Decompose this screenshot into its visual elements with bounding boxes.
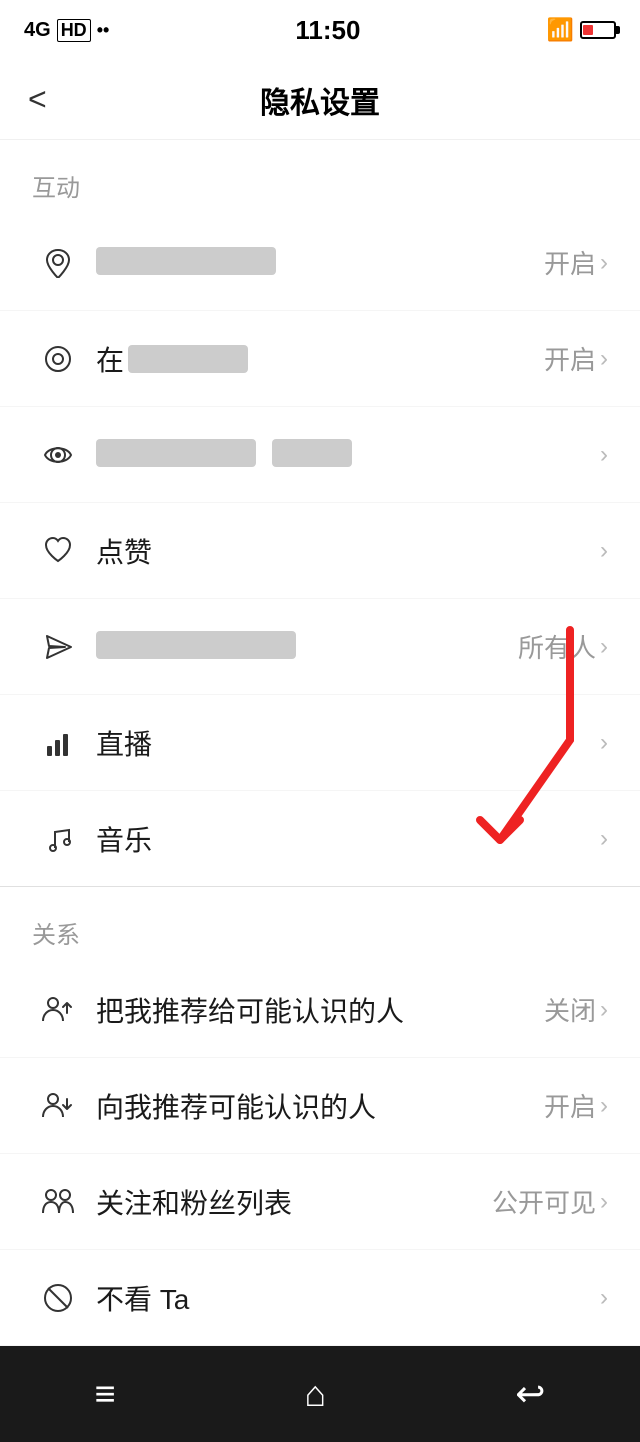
music-item-text: 音乐 bbox=[84, 819, 600, 859]
online-icon bbox=[32, 344, 84, 374]
blurred-text-2 bbox=[272, 439, 352, 467]
online-item-text: 在 bbox=[84, 339, 544, 379]
blurred-text bbox=[96, 247, 276, 275]
menu-item-location[interactable]: 开启 › bbox=[0, 215, 640, 311]
recommend-from-status: 开启 bbox=[544, 1087, 596, 1124]
view-item-right: › bbox=[600, 441, 608, 469]
fans-list-right: 公开可见 › bbox=[492, 1183, 608, 1220]
chevron-right-icon: › bbox=[600, 1092, 608, 1120]
live-item-text: 直播 bbox=[84, 723, 600, 763]
battery-icon bbox=[580, 21, 616, 39]
recommend-from-icon bbox=[32, 1089, 84, 1123]
content-area: 互动 开启 › 在 开启 › bbox=[0, 140, 640, 1346]
nav-bar: < 隐私设置 bbox=[0, 60, 640, 140]
menu-item-like[interactable]: 点赞 › bbox=[0, 503, 640, 599]
clock: 11:50 bbox=[295, 15, 360, 46]
recommend-to-status: 关闭 bbox=[544, 991, 596, 1028]
menu-item-recommend-to[interactable]: 把我推荐给可能认识的人 关闭 › bbox=[0, 962, 640, 1058]
chevron-right-icon: › bbox=[600, 1188, 608, 1216]
view-item-text bbox=[84, 439, 600, 471]
like-item-text: 点赞 bbox=[84, 531, 600, 571]
location-item-right: 开启 › bbox=[544, 244, 608, 281]
menu-item-recommend-from[interactable]: 向我推荐可能认识的人 开启 › bbox=[0, 1058, 640, 1154]
like-item-right: › bbox=[600, 537, 608, 565]
message-item-right: 所有人 › bbox=[518, 628, 608, 665]
chevron-right-icon: › bbox=[600, 537, 608, 565]
blurred-text bbox=[96, 631, 296, 659]
block-right: › bbox=[600, 1284, 608, 1312]
fans-list-icon bbox=[32, 1185, 84, 1219]
signal-text: 4G bbox=[24, 19, 51, 42]
fans-list-status: 公开可见 bbox=[492, 1183, 596, 1220]
menu-item-fans-list[interactable]: 关注和粉丝列表 公开可见 › bbox=[0, 1154, 640, 1250]
recommend-to-icon bbox=[32, 993, 84, 1027]
blurred-text bbox=[96, 439, 256, 467]
block-icon bbox=[32, 1281, 84, 1315]
chevron-right-icon: › bbox=[600, 633, 608, 661]
blurred-text bbox=[128, 345, 248, 373]
live-icon bbox=[32, 728, 84, 758]
online-item-right: 开启 › bbox=[544, 340, 608, 377]
section-label-interaction: 互动 bbox=[0, 140, 640, 215]
location-item-text bbox=[84, 247, 544, 279]
wifi-icon: 📶 bbox=[547, 17, 574, 43]
menu-icon[interactable]: ≡ bbox=[95, 1373, 116, 1415]
view-icon bbox=[32, 440, 84, 470]
recommend-to-text: 把我推荐给可能认识的人 bbox=[84, 990, 544, 1030]
like-icon bbox=[32, 536, 84, 566]
online-status: 开启 bbox=[544, 340, 596, 377]
music-icon bbox=[32, 824, 84, 854]
chevron-right-icon: › bbox=[600, 996, 608, 1024]
recommend-from-text: 向我推荐可能认识的人 bbox=[84, 1086, 544, 1126]
location-icon bbox=[32, 248, 84, 278]
chevron-right-icon: › bbox=[600, 249, 608, 277]
chevron-right-icon: › bbox=[600, 825, 608, 853]
live-item-right: › bbox=[600, 729, 608, 757]
hd-badge: HD bbox=[57, 19, 91, 42]
back-button[interactable]: < bbox=[28, 81, 47, 118]
location-status: 开启 bbox=[544, 244, 596, 281]
message-status: 所有人 bbox=[518, 628, 596, 665]
menu-item-music[interactable]: 音乐 › bbox=[0, 791, 640, 887]
recommend-to-right: 关闭 › bbox=[544, 991, 608, 1028]
chevron-right-icon: › bbox=[600, 345, 608, 373]
music-item-right: › bbox=[600, 825, 608, 853]
connectivity-icons: 📶 bbox=[547, 17, 616, 43]
menu-item-online[interactable]: 在 开启 › bbox=[0, 311, 640, 407]
section-label-relationship: 关系 bbox=[0, 887, 640, 962]
menu-item-view[interactable]: › bbox=[0, 407, 640, 503]
chevron-right-icon: › bbox=[600, 1284, 608, 1312]
recommend-from-right: 开启 › bbox=[544, 1087, 608, 1124]
status-bar: 4G HD •• 11:50 📶 bbox=[0, 0, 640, 60]
menu-item-live[interactable]: 直播 › bbox=[0, 695, 640, 791]
dot-icons: •• bbox=[97, 20, 110, 41]
bottom-nav-bar: ≡ ⌂ ↩ bbox=[0, 1346, 640, 1442]
battery-fill bbox=[583, 25, 593, 35]
menu-item-message[interactable]: 所有人 › bbox=[0, 599, 640, 695]
home-icon[interactable]: ⌂ bbox=[305, 1373, 327, 1415]
signal-area: 4G HD •• bbox=[24, 19, 109, 42]
message-item-text bbox=[84, 631, 518, 663]
chevron-right-icon: › bbox=[600, 729, 608, 757]
page-title: 隐私设置 bbox=[260, 78, 380, 122]
send-icon bbox=[32, 632, 84, 662]
block-text: 不看 Ta bbox=[84, 1278, 600, 1318]
fans-list-text: 关注和粉丝列表 bbox=[84, 1182, 492, 1222]
back-nav-icon[interactable]: ↩ bbox=[515, 1373, 545, 1415]
menu-item-block[interactable]: 不看 Ta › bbox=[0, 1250, 640, 1346]
chevron-right-icon: › bbox=[600, 441, 608, 469]
